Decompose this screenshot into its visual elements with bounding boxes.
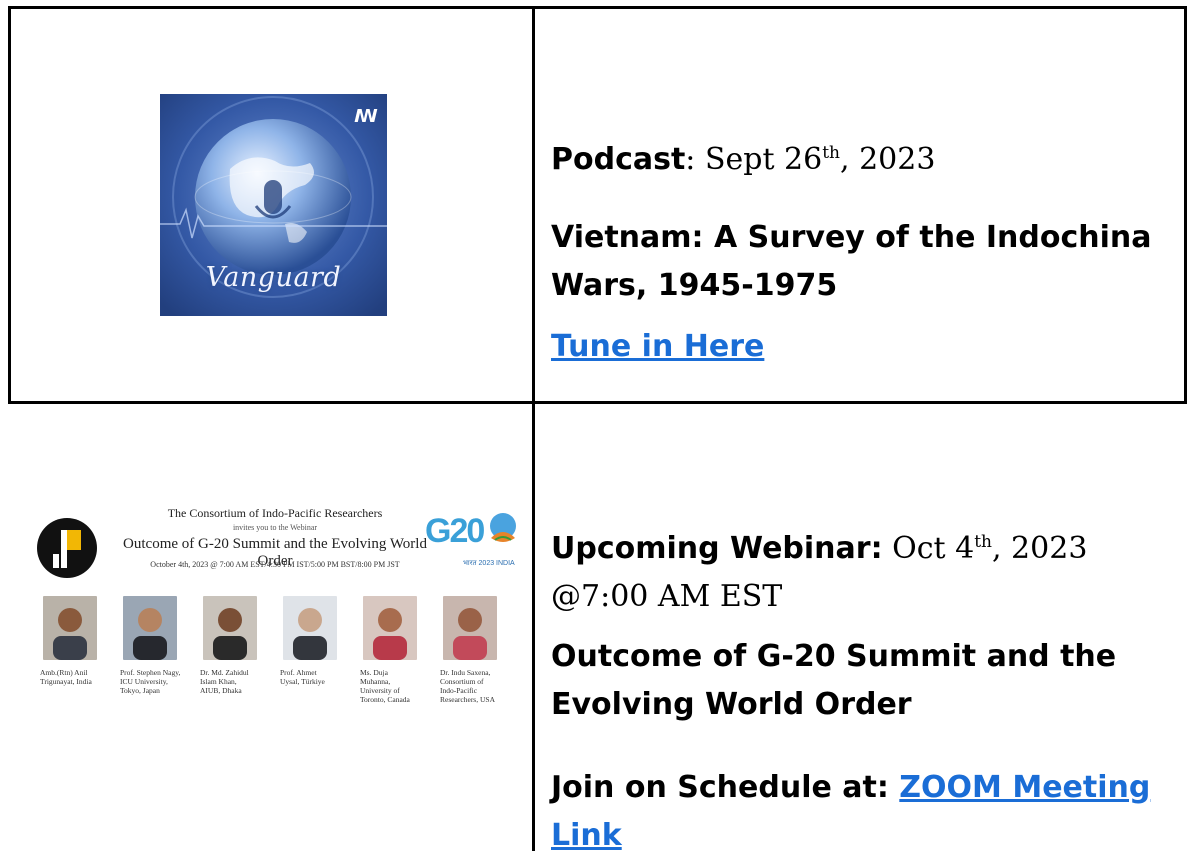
speaker-card: Ms. Duja Muhanna, University of Toronto,…	[360, 596, 440, 704]
lotus-globe-icon	[490, 513, 516, 542]
webinar-date-line: Upcoming Webinar: Oct 4th, 2023 @7:00 AM …	[551, 531, 1088, 614]
table-border-left	[8, 6, 11, 404]
flyer-date: October 4th, 2023 @ 7:00 AM EST/4:30 PM …	[150, 560, 400, 569]
webinar-label: Upcoming Webinar:	[551, 531, 883, 566]
podcast-link-line: Tune in Here	[551, 323, 764, 371]
cipr-logo-icon	[37, 518, 97, 578]
speaker-name: Prof. Ahmet Uysal, Türkiye	[280, 668, 325, 686]
speaker-card: Prof. Stephen Nagy, ICU University, Toky…	[120, 596, 200, 695]
table-border-top	[8, 6, 1187, 9]
webinar-flyer-image: The Consortium of Indo-Pacific Researche…	[30, 494, 520, 724]
speaker-card: Dr. Md. Zahidul Islam Khan, AIUB, Dhaka	[200, 596, 280, 695]
speaker-photo	[443, 596, 497, 660]
speaker-card: Prof. Ahmet Uysal, Türkiye	[280, 596, 360, 686]
zoom-meeting-link[interactable]: ZOOM Meeting	[899, 770, 1150, 805]
podcast-date-line: Podcast: Sept 26th, 2023	[551, 142, 936, 177]
speaker-photo	[363, 596, 417, 660]
table-column-divider	[532, 6, 535, 851]
g20-logo: G20 भारत 2023 INDIA	[425, 504, 520, 570]
speaker-name: Dr. Indu Saxena, Consortium of Indo-Paci…	[440, 668, 495, 704]
speaker-name: Ms. Duja Muhanna, University of Toronto,…	[360, 668, 410, 704]
podcast-cover-image: ꟿ Vanguard	[160, 94, 387, 316]
webinar-time: @7:00 AM EST	[551, 579, 783, 614]
podcast-app-icon: ꟿ	[354, 106, 378, 127]
speaker-name: Prof. Stephen Nagy, ICU University, Toky…	[120, 668, 181, 695]
speaker-name: Dr. Md. Zahidul Islam Khan, AIUB, Dhaka	[200, 668, 249, 695]
podcast-label: Podcast	[551, 142, 686, 177]
cover-title: Vanguard	[205, 262, 342, 293]
webinar-title: Outcome of G-20 Summit and the Evolving W…	[551, 639, 1117, 722]
speaker-photo	[123, 596, 177, 660]
flyer-invite: invites you to the Webinar	[232, 523, 318, 532]
speaker-photo	[203, 596, 257, 660]
speaker-photo	[283, 596, 337, 660]
podcast-title: Vietnam: A Survey of the Indochina Wars, …	[551, 220, 1152, 303]
zoom-meeting-link-cont[interactable]: Link	[551, 818, 622, 853]
flyer-org: The Consortium of Indo-Pacific Researche…	[167, 506, 383, 520]
webinar-join-line: Join on Schedule at: ZOOM Meeting Link	[551, 770, 1151, 853]
speaker-card: Amb.(Rtn) Anil Trigunayat, India	[40, 596, 120, 686]
tune-in-link[interactable]: Tune in Here	[551, 329, 764, 364]
speaker-name: Amb.(Rtn) Anil Trigunayat, India	[40, 668, 92, 686]
speaker-photo	[43, 596, 97, 660]
speaker-card: Dr. Indu Saxena, Consortium of Indo-Paci…	[440, 596, 520, 704]
table-row-divider	[8, 401, 1187, 404]
